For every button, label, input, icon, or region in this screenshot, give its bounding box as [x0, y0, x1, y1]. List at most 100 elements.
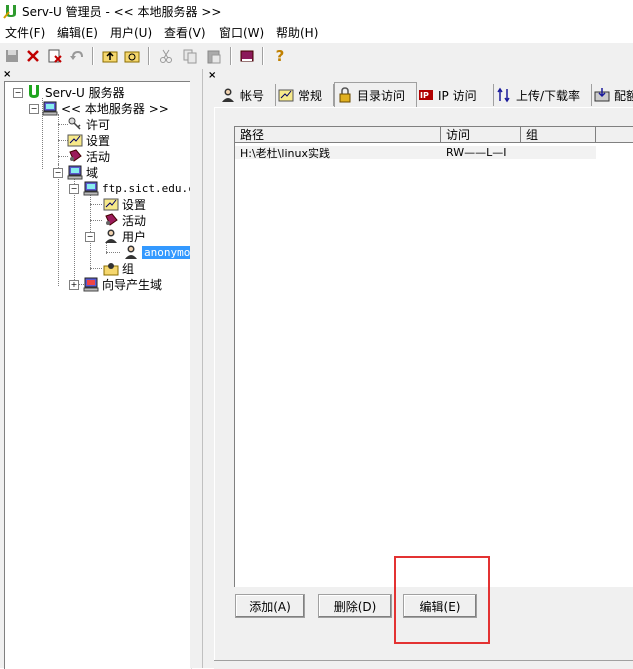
- menu-window[interactable]: 窗口(W): [219, 24, 264, 41]
- serv-u-icon: [26, 84, 42, 100]
- menu-help[interactable]: 帮助(H): [276, 24, 318, 41]
- user-account-icon: [220, 87, 236, 103]
- tab-general[interactable]: 常规: [276, 84, 334, 106]
- collapse-toggle[interactable]: −: [13, 88, 23, 98]
- activity-icon: [67, 148, 83, 164]
- activity-icon: [103, 212, 119, 228]
- tree-scrollbar[interactable]: [190, 81, 200, 668]
- expand-toggle[interactable]: +: [69, 280, 79, 290]
- tree-root-server[interactable]: Serv-U 服务器: [26, 84, 125, 100]
- copy-icon[interactable]: [181, 47, 199, 65]
- computer-icon: [83, 180, 99, 196]
- serv-u-app-icon: [3, 3, 19, 19]
- collapse-toggle[interactable]: −: [69, 184, 79, 194]
- collapse-toggle[interactable]: −: [85, 232, 95, 242]
- users-icon: [103, 228, 119, 244]
- user-icon: [123, 244, 139, 260]
- menu-bar: 文件(F) 编辑(E) 用户(U) 查看(V) 窗口(W) 帮助(H): [0, 22, 633, 42]
- tab-quota-label: 配额: [614, 88, 633, 103]
- collapse-toggle[interactable]: −: [29, 104, 39, 114]
- tree-user-label: anonymous: [142, 245, 191, 259]
- tree-domain-label: ftp.sict.edu.c: [102, 181, 192, 195]
- groups-icon: [103, 260, 119, 276]
- properties-icon[interactable]: [46, 47, 64, 65]
- tree-activity[interactable]: 活动: [67, 148, 110, 164]
- ratio-icon: [496, 87, 512, 103]
- highlight-box: [394, 556, 490, 644]
- settings-icon: [103, 196, 119, 212]
- folder-up-icon[interactable]: [101, 47, 119, 65]
- row-access-cell[interactable]: RW——L—I: [441, 146, 521, 159]
- toolbar-separator: [148, 47, 150, 65]
- tree-domain-ftp[interactable]: ftp.sict.edu.c: [83, 180, 192, 196]
- toolbar: ?: [0, 43, 633, 70]
- tree-wizard-label: 向导产生域: [102, 277, 163, 292]
- tab-directory-access[interactable]: 目录访问: [334, 82, 417, 107]
- menu-file[interactable]: 文件(F): [5, 24, 45, 41]
- tab-quota[interactable]: 配额: [592, 84, 633, 106]
- menu-edit[interactable]: 编辑(E): [57, 24, 98, 41]
- tab-strip: 帐号 常规 目录访问 IP IP 访问 上传/下载率 配额: [214, 82, 633, 108]
- collapse-toggle[interactable]: −: [53, 168, 63, 178]
- tree-domains[interactable]: 域: [67, 164, 98, 180]
- general-icon: [278, 87, 294, 103]
- tab-general-label: 常规: [298, 88, 323, 103]
- cut-icon[interactable]: [157, 47, 175, 65]
- key-icon: [67, 116, 83, 132]
- tree-local-server[interactable]: << 本地服务器 >>: [42, 100, 169, 116]
- tree-groups[interactable]: 组: [103, 260, 134, 276]
- refresh-icon[interactable]: [123, 47, 141, 65]
- save-icon[interactable]: [3, 47, 21, 65]
- quota-icon: [594, 87, 610, 103]
- tree-local-server-label: << 本地服务器 >>: [61, 101, 169, 116]
- tree-license[interactable]: 许可: [67, 116, 110, 132]
- tab-account-label: 帐号: [240, 88, 265, 103]
- tab-ip-access[interactable]: IP IP 访问: [416, 84, 494, 106]
- tree-settings[interactable]: 设置: [67, 132, 110, 148]
- close-icon[interactable]: ×: [208, 71, 216, 81]
- menu-user[interactable]: 用户(U): [110, 24, 152, 41]
- row-path-cell[interactable]: H:\老杜\linux实践: [235, 146, 441, 160]
- directory-access-list[interactable]: 路径 访问 组 H:\老杜\linux实践 RW——L—I: [234, 126, 633, 587]
- toolbar-separator: [92, 47, 94, 65]
- title-bar: Serv-U 管理员 - << 本地服务器 >>: [0, 0, 633, 22]
- menu-view[interactable]: 查看(V): [164, 24, 206, 41]
- paste-icon[interactable]: [205, 47, 223, 65]
- tree-pane-header: ×: [0, 69, 202, 81]
- tree-domain-activity-label: 活动: [122, 213, 147, 228]
- column-header-group[interactable]: 组: [521, 127, 596, 143]
- toolbar-separator: [262, 47, 264, 65]
- help-icon[interactable]: ?: [271, 47, 289, 65]
- tree-domains-label: 域: [86, 165, 99, 180]
- window-title: Serv-U 管理员 - << 本地服务器 >>: [22, 5, 222, 19]
- tab-account[interactable]: 帐号: [218, 84, 276, 106]
- tab-ratio-label: 上传/下载率: [516, 88, 581, 103]
- add-button[interactable]: 添加(A): [235, 594, 305, 618]
- undo-icon[interactable]: [68, 47, 86, 65]
- column-header-path[interactable]: 路径: [235, 127, 441, 143]
- column-header-access[interactable]: 访问: [441, 127, 521, 143]
- column-header-filler: [596, 127, 633, 143]
- tree-domain-settings-label: 设置: [122, 197, 147, 212]
- settings-icon: [67, 132, 83, 148]
- toolbar-separator: [230, 47, 232, 65]
- delete-icon[interactable]: [24, 47, 42, 65]
- tree-user-anonymous[interactable]: anonymous: [123, 244, 191, 260]
- tab-ip-access-label: IP 访问: [438, 88, 477, 103]
- row-group-cell[interactable]: [521, 146, 596, 159]
- server-tree: − Serv-U 服务器 − << 本地服务器 >> 许可 设置 活动 − 域 …: [4, 81, 192, 669]
- tree-groups-label: 组: [122, 261, 135, 276]
- tab-ratio[interactable]: 上传/下载率: [494, 84, 592, 106]
- tree-wizard-domain[interactable]: 向导产生域: [83, 276, 162, 292]
- close-icon[interactable]: ×: [3, 70, 11, 80]
- tree-users[interactable]: 用户: [103, 228, 146, 244]
- tree-domain-activity[interactable]: 活动: [103, 212, 146, 228]
- tree-users-label: 用户: [122, 229, 147, 244]
- tree-domain-settings[interactable]: 设置: [103, 196, 146, 212]
- tree-license-label: 许可: [86, 117, 111, 132]
- tree-activity-label: 活动: [86, 149, 111, 164]
- book-icon[interactable]: [238, 47, 256, 65]
- wizard-icon: [83, 276, 99, 292]
- computer-icon: [42, 100, 58, 116]
- delete-button[interactable]: 删除(D): [318, 594, 392, 618]
